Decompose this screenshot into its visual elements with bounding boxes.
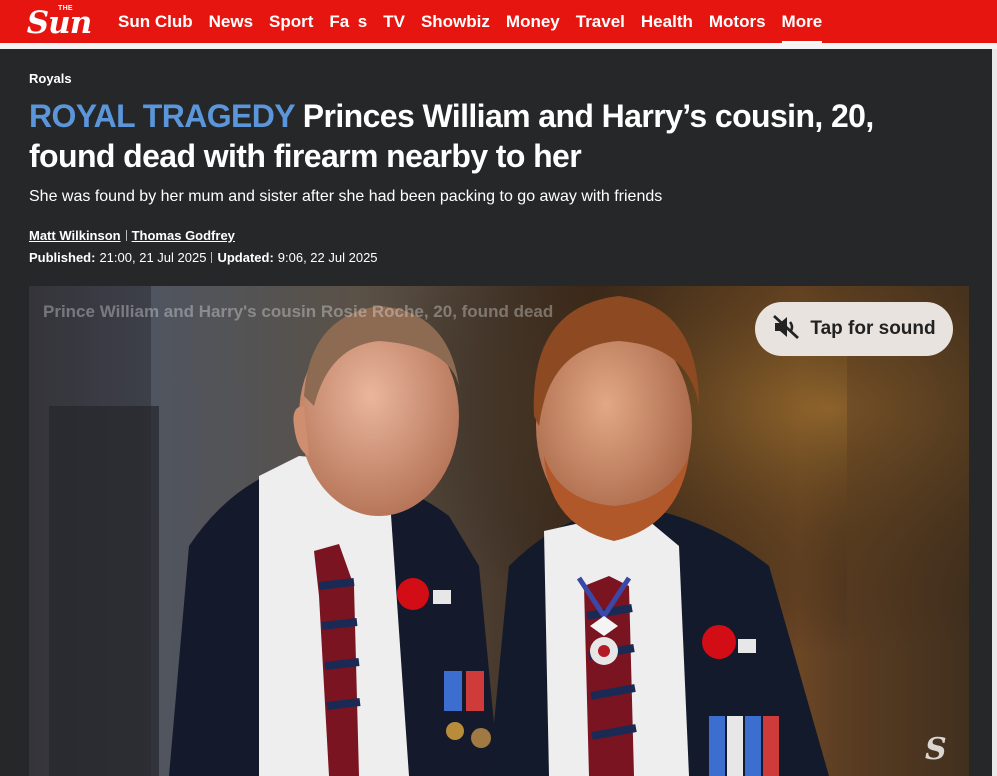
article-headline: ROYAL TRAGEDY Princes William and Harry’… bbox=[29, 96, 929, 176]
video-player[interactable]: Prince William and Harry's cousin Rosie … bbox=[29, 286, 969, 776]
nav-item-travel[interactable]: Travel bbox=[576, 12, 641, 32]
video-caption-overlay: Prince William and Harry's cousin Rosie … bbox=[43, 302, 554, 321]
nav-item-sun-club[interactable]: Sun Club bbox=[118, 12, 209, 32]
sun-corner-logo: S bbox=[925, 732, 947, 767]
nav-items: Sun Club News Sport Fa s TV Showbiz Mone… bbox=[118, 0, 839, 44]
article-dates: Published: 21:00, 21 Jul 2025 Updated: 9… bbox=[29, 250, 378, 265]
tap-for-sound-button[interactable]: Tap for sound bbox=[755, 302, 953, 356]
nav-item-motors[interactable]: Motors bbox=[709, 12, 782, 32]
author-link-1[interactable]: Matt Wilkinson bbox=[29, 228, 121, 243]
nav-item-showbiz[interactable]: Showbiz bbox=[421, 12, 506, 32]
logo-the-text: THE bbox=[58, 5, 73, 12]
headline-kicker: ROYAL TRAGEDY bbox=[29, 98, 295, 134]
byline: Matt Wilkinson Thomas Godfrey bbox=[29, 228, 235, 243]
author-link-2[interactable]: Thomas Godfrey bbox=[132, 228, 235, 243]
published-value: 21:00, 21 Jul 2025 bbox=[99, 250, 207, 265]
nav-item-sport[interactable]: Sport bbox=[269, 12, 329, 32]
nav-item-health[interactable]: Health bbox=[641, 12, 709, 32]
nav-item-more[interactable]: More bbox=[781, 12, 839, 44]
nav-item-fabulous[interactable]: Fa s bbox=[329, 12, 383, 32]
updated-label: Updated: bbox=[217, 250, 274, 265]
speaker-muted-icon bbox=[772, 314, 800, 345]
published-label: Published: bbox=[29, 250, 96, 265]
nav-item-news[interactable]: News bbox=[209, 12, 269, 32]
article-category[interactable]: Royals bbox=[29, 71, 72, 86]
nav-item-money[interactable]: Money bbox=[506, 12, 576, 32]
byline-separator bbox=[125, 230, 127, 241]
tap-for-sound-label: Tap for sound bbox=[810, 318, 936, 339]
updated-value: 9:06, 22 Jul 2025 bbox=[277, 250, 378, 265]
date-separator bbox=[211, 252, 213, 263]
scrollbar[interactable] bbox=[992, 49, 997, 776]
nav-item-tv[interactable]: TV bbox=[383, 12, 421, 32]
sun-logo[interactable]: THE Sun bbox=[0, 0, 118, 43]
video-frame-image bbox=[29, 286, 969, 776]
article-standfirst: She was found by her mum and sister afte… bbox=[29, 188, 663, 205]
top-nav: THE Sun Sun Club News Sport Fa s TV Show… bbox=[0, 0, 997, 44]
